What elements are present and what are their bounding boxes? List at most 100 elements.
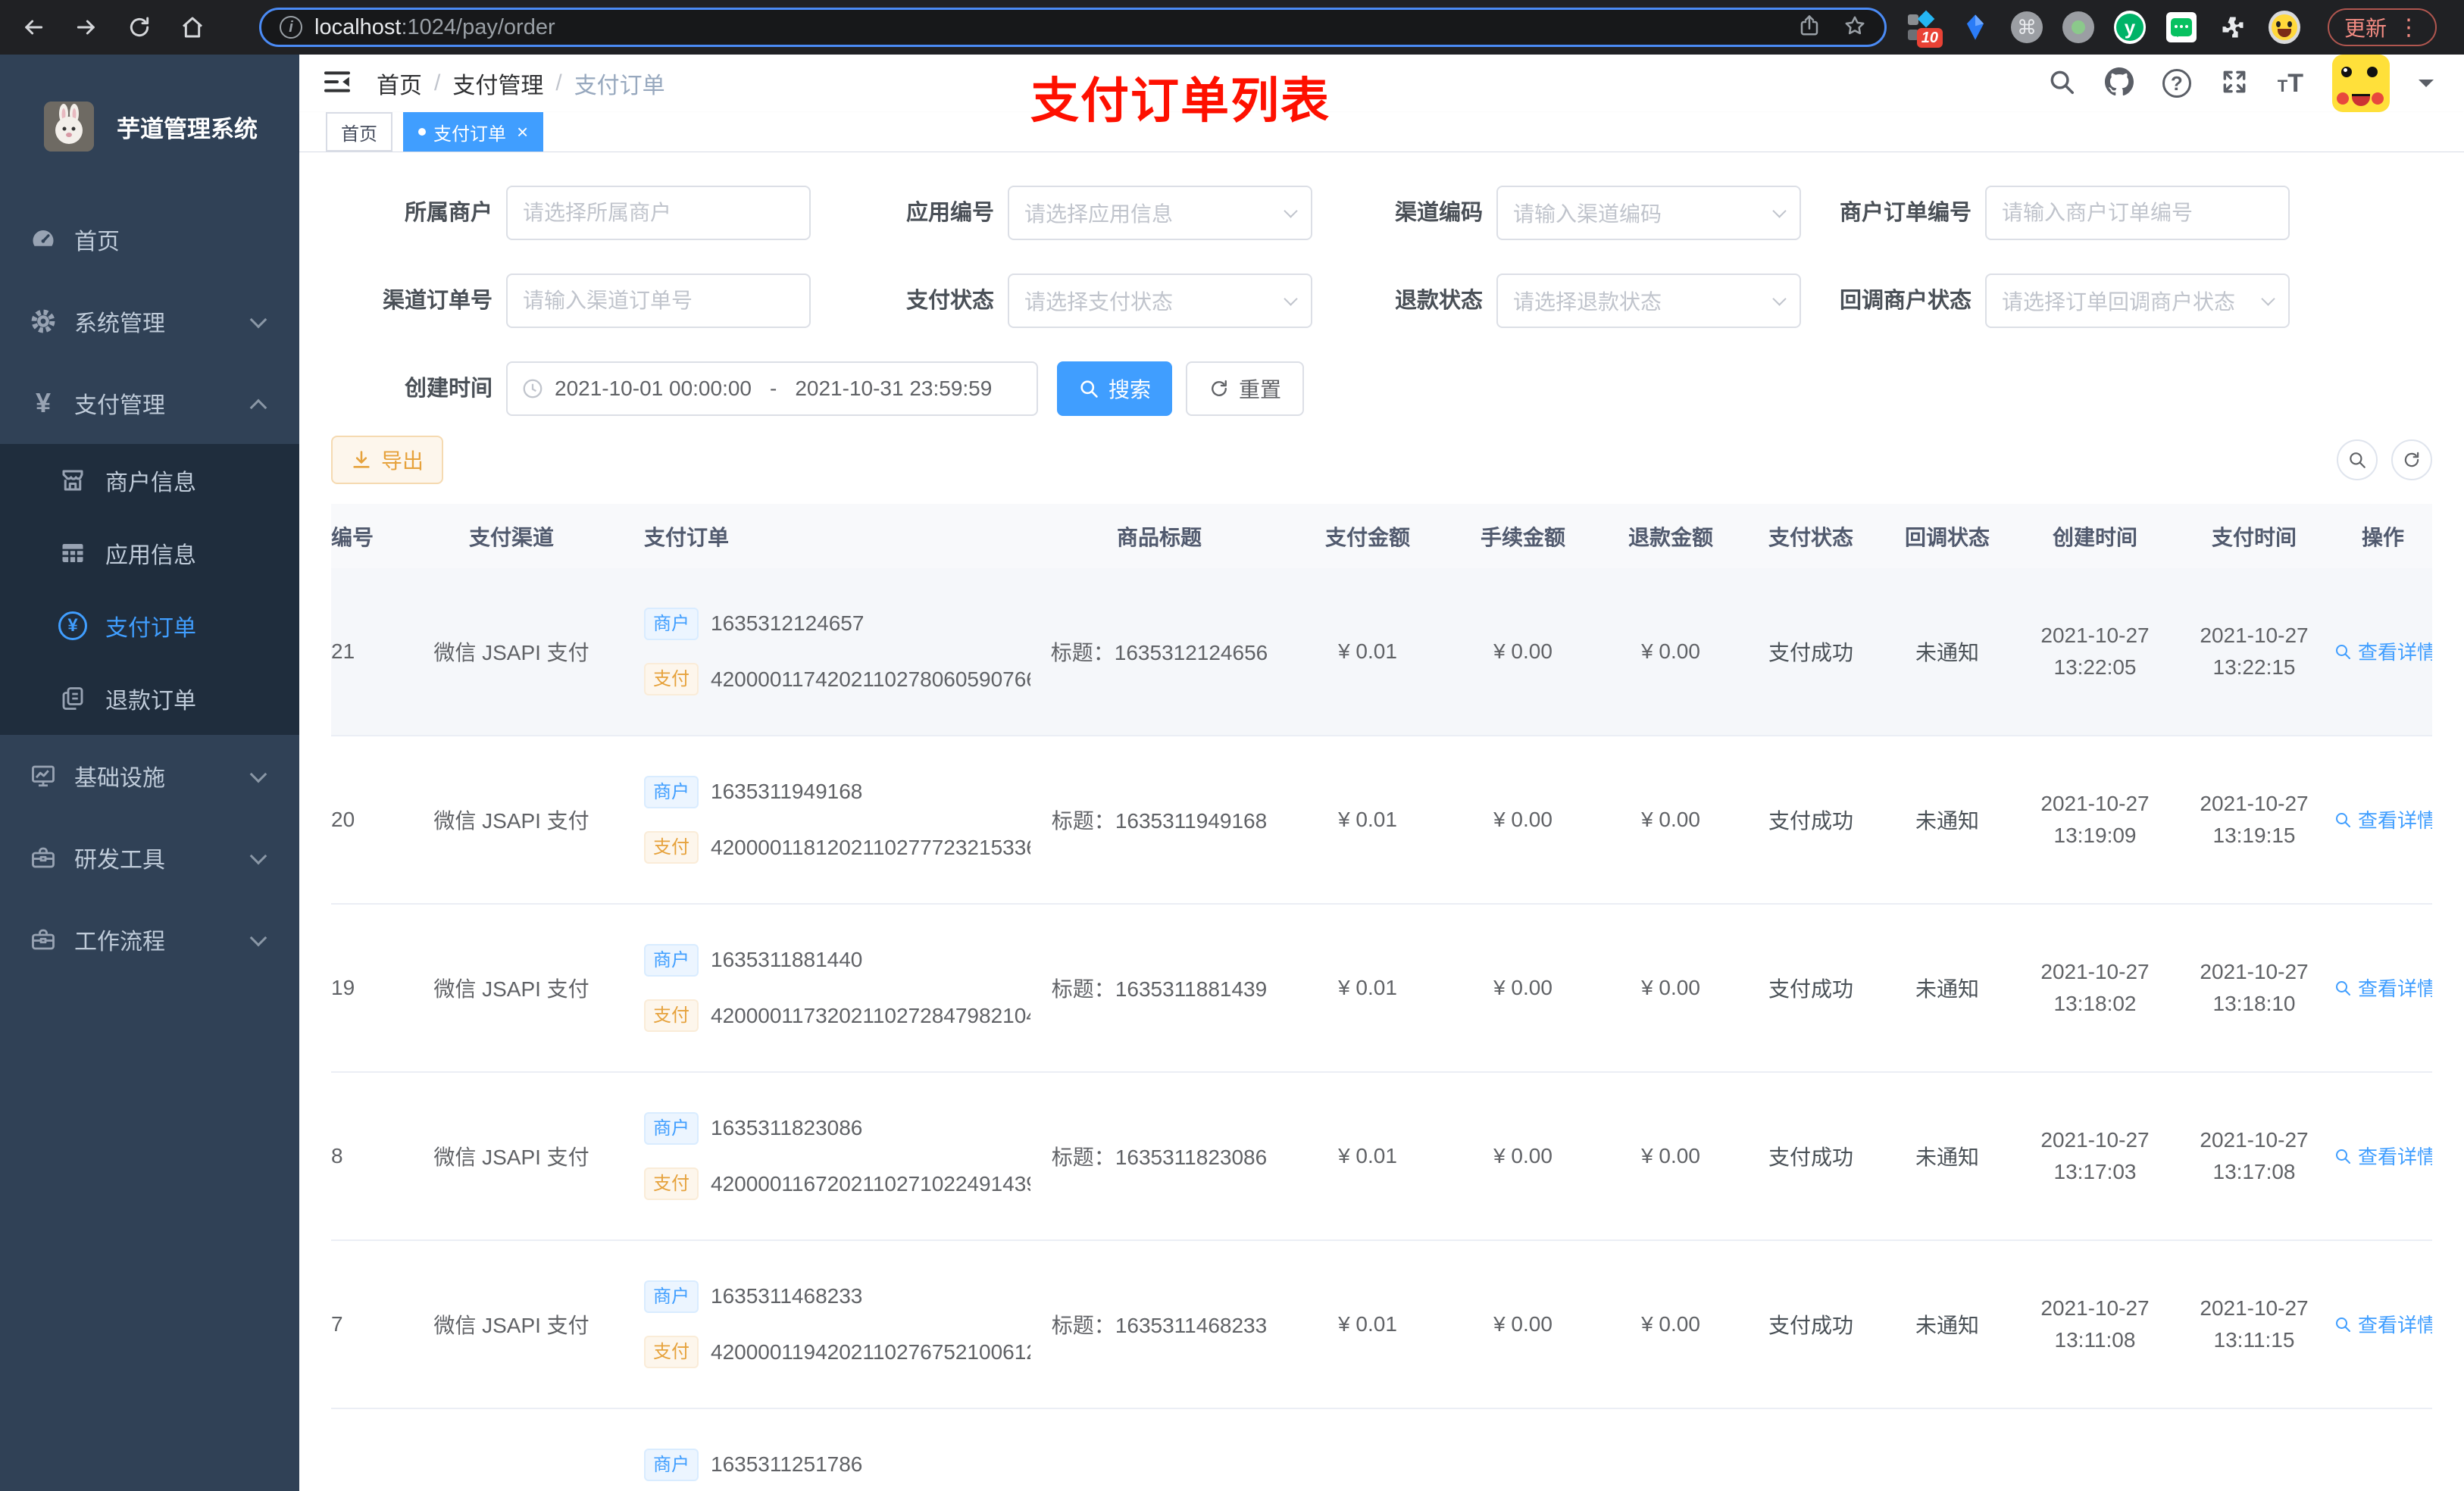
sidebar-item-label: 支付管理 — [74, 393, 165, 418]
sidebar-item-label: 系统管理 — [74, 311, 165, 336]
cell-status: 支付成功 — [1768, 1146, 1853, 1169]
app-select[interactable]: 请选择应用信息 — [1008, 186, 1312, 240]
select-placeholder: 请选择支付状态 — [1024, 290, 1174, 314]
emoji-extension-icon[interactable] — [2269, 11, 2300, 44]
tab-pay-order[interactable]: 支付订单 × — [403, 112, 544, 152]
sidebar-item-merchant-info[interactable]: 商户信息 — [0, 444, 299, 517]
forward-icon[interactable] — [70, 11, 103, 44]
view-detail-link[interactable]: 查看详情 — [2334, 805, 2432, 833]
kite-extension-icon[interactable] — [1959, 11, 1991, 43]
date-end: 2021-10-31 23:59:59 — [795, 377, 993, 400]
cell-notify: 未通知 — [1915, 977, 1979, 1001]
merchant-order-no-input[interactable] — [1985, 186, 2290, 240]
chevron-down-icon — [249, 847, 267, 865]
chevron-down-icon — [1772, 203, 1787, 218]
breadcrumb-section[interactable]: 支付管理 — [452, 67, 543, 100]
sidebar-item-workflow[interactable]: 工作流程 — [0, 899, 299, 980]
payment-submenu: 商户信息 应用信息 ¥ 支付订单 退款订单 — [0, 444, 299, 735]
callback-status-select[interactable]: 请选择订单回调商户状态 — [1985, 274, 2290, 328]
view-detail-link[interactable]: 查看详情 — [2334, 637, 2432, 665]
extension-badge-icon[interactable]: 10 — [1908, 10, 1943, 48]
sidebar-item-system[interactable]: 系统管理 — [0, 280, 299, 362]
address-bar[interactable]: i localhost:1024/pay/order — [259, 8, 1887, 47]
github-icon[interactable] — [2104, 67, 2134, 100]
create-time-range-input[interactable]: 2021-10-01 00:00:00 - 2021-10-31 23:59:5… — [506, 361, 1038, 416]
chevron-down-icon — [1284, 291, 1298, 306]
bookmark-star-icon[interactable] — [1843, 14, 1866, 41]
command-extension-icon[interactable]: ⌘ — [2011, 11, 2043, 43]
pay-order-no: 4200001167202110271022491439 — [711, 1171, 1030, 1196]
filter-row-2: 渠道订单号 支付状态 请选择支付状态 退款状态 请选择退款状态 回调商户状态 请… — [331, 274, 2432, 328]
grid-icon — [58, 539, 87, 567]
col-header-title: 商品标题 — [1116, 525, 1202, 549]
refund-status-label: 退款状态 — [1394, 289, 1483, 313]
table-row: 21 微信 JSAPI 支付 商户 1635312124657 支付 4200001… — [331, 568, 2432, 736]
home-icon[interactable] — [176, 11, 209, 44]
clock-icon — [523, 379, 543, 399]
avatar[interactable] — [2332, 55, 2390, 112]
recorder-extension-icon[interactable] — [2062, 11, 2094, 43]
browser-update-button[interactable]: 更新 ⋮ — [2328, 8, 2437, 46]
refresh-table-button[interactable] — [2391, 439, 2432, 480]
toggle-search-button[interactable] — [2337, 439, 2378, 480]
back-icon[interactable] — [17, 11, 50, 44]
sidebar-item-home[interactable]: 首页 — [0, 198, 299, 280]
cell-id: 21 — [331, 639, 355, 663]
sidebar-item-label: 基础设施 — [74, 766, 165, 791]
sidebar-toggle-icon[interactable] — [322, 67, 355, 100]
refund-status-select[interactable]: 请选择退款状态 — [1496, 274, 1801, 328]
tab-home[interactable]: 首页 — [326, 112, 392, 152]
view-detail-link[interactable]: 查看详情 — [2334, 1310, 2432, 1338]
date-separator: - — [770, 377, 777, 400]
share-icon[interactable] — [1798, 14, 1821, 41]
cell-create-time: 2021-10-27 13:17:03 — [2040, 1128, 2150, 1183]
fullscreen-icon[interactable] — [2220, 67, 2249, 100]
merchant-order-no: 1635311823086 — [711, 1116, 863, 1140]
sidebar-item-dev-tools[interactable]: 研发工具 — [0, 817, 299, 899]
sidebar-item-payment[interactable]: ¥ 支付管理 — [0, 362, 299, 444]
help-icon[interactable]: ? — [2162, 69, 2191, 98]
chat-extension-icon[interactable] — [2165, 11, 2197, 43]
reset-button[interactable]: 重置 — [1186, 361, 1305, 416]
puzzle-extensions-icon[interactable] — [2217, 11, 2249, 43]
cell-channel: 微信 JSAPI 支付 — [433, 1146, 589, 1169]
view-detail-link[interactable]: 查看详情 — [2334, 974, 2432, 1002]
reload-icon[interactable] — [123, 11, 156, 44]
font-size-icon[interactable]: TT — [2278, 69, 2303, 98]
browser-menu-icon[interactable]: ⋮ — [2397, 14, 2420, 41]
table-row: 19 微信 JSAPI 支付 商户 1635311881440 支付 4200001… — [331, 905, 2432, 1073]
export-button[interactable]: 导出 — [331, 436, 444, 484]
yuque-extension-icon[interactable]: y — [2114, 11, 2146, 44]
view-detail-link[interactable]: 查看详情 — [2334, 1142, 2432, 1170]
breadcrumb-home[interactable]: 首页 — [377, 67, 422, 100]
cell-channel: 微信 JSAPI 支付 — [433, 1314, 589, 1337]
merchant-tag: 商户 — [644, 943, 699, 977]
cell-status: 支付成功 — [1768, 977, 1853, 1001]
annotation-title: 支付订单列表 — [1030, 73, 1330, 128]
pay-status-select[interactable]: 请选择支付状态 — [1008, 274, 1312, 328]
sidebar-item-app-info[interactable]: 应用信息 — [0, 517, 299, 589]
cell-amount: ¥ 0.01 — [1338, 639, 1397, 663]
search-icon[interactable] — [2047, 67, 2076, 100]
sidebar-item-infrastructure[interactable]: 基础设施 — [0, 735, 299, 817]
cell-order: 商户 1635311823086 支付 4200001167202110271022… — [644, 1111, 1030, 1201]
search-button[interactable]: 搜索 — [1057, 361, 1173, 416]
pay-order-no: 4200001181202110277723215336 — [711, 835, 1030, 859]
sidebar-item-pay-order[interactable]: ¥ 支付订单 — [0, 589, 299, 662]
channel-code-select[interactable]: 请输入渠道编码 — [1496, 186, 1801, 240]
logo-link[interactable]: 芋道管理系统 — [0, 55, 299, 198]
merchant-input[interactable] — [506, 186, 811, 240]
site-info-icon[interactable]: i — [280, 16, 302, 39]
cell-order: 商户 1635312124657 支付 4200001174202110278060… — [644, 607, 1030, 696]
col-header-actions: 操作 — [2361, 525, 2404, 549]
merchant-tag: 商户 — [644, 1280, 699, 1313]
channel-order-no-input[interactable] — [506, 274, 811, 328]
sidebar-item-refund-order[interactable]: 退款订单 — [0, 662, 299, 735]
breadcrumb: 首页 / 支付管理 / 支付订单 — [377, 67, 665, 100]
pay-status-label: 支付状态 — [905, 289, 994, 313]
close-icon[interactable]: × — [517, 120, 528, 144]
caret-down-icon[interactable] — [2419, 80, 2434, 95]
app-title: 芋道管理系统 — [117, 115, 258, 142]
chevron-down-icon — [249, 311, 267, 329]
cell-id: 8 — [331, 1144, 343, 1167]
